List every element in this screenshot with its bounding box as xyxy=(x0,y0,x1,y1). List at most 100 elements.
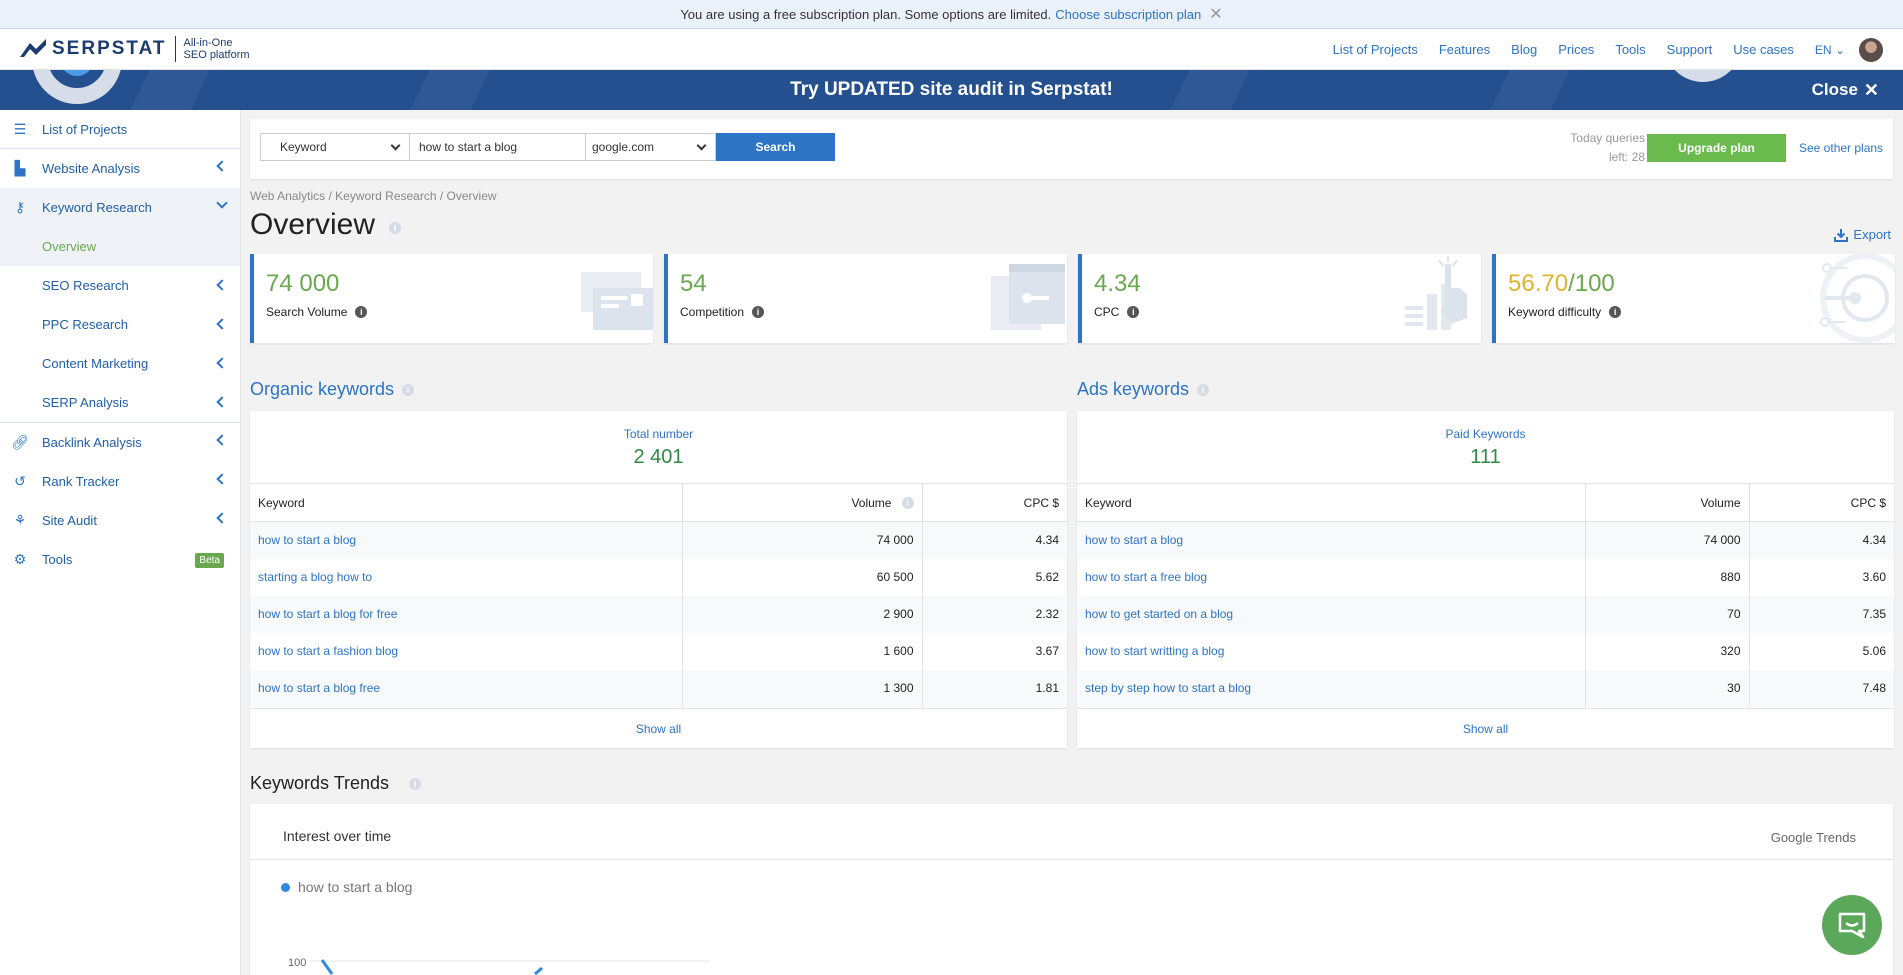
sidebar-item-seo-research[interactable]: SEO Research xyxy=(0,266,240,305)
banner-close-button[interactable]: Close ✕ xyxy=(1812,70,1879,110)
nav-use-cases[interactable]: Use cases xyxy=(1733,42,1794,57)
column-keyword[interactable]: Keyword xyxy=(1077,483,1585,522)
logo-subtitle: All-in-One SEO platform xyxy=(184,37,250,61)
nav-tools[interactable]: Tools xyxy=(1615,42,1645,57)
logo[interactable]: SERPSTAT All-in-One SEO platform xyxy=(20,36,250,62)
export-button[interactable]: Export xyxy=(1834,227,1891,242)
nav-support[interactable]: Support xyxy=(1667,42,1713,57)
volume-cell: 1 300 xyxy=(681,669,922,707)
table-row: how to start a fashion blog 1 600 3.67 xyxy=(250,632,1067,670)
sidebar-item-site-audit[interactable]: ⚘ Site Audit xyxy=(0,501,240,540)
table-row: step by step how to start a blog 30 7.48 xyxy=(1077,669,1894,707)
volume-cell: 320 xyxy=(1584,632,1749,670)
competition-value: 54 xyxy=(680,270,707,297)
keyword-link[interactable]: how to start a blog xyxy=(250,521,682,559)
sidebar-item-label: Website Analysis xyxy=(42,161,141,176)
info-icon[interactable]: i xyxy=(355,306,368,318)
sidebar-item-label: Content Marketing xyxy=(42,356,149,371)
cpc-card: 4.34 CPC i xyxy=(1078,254,1481,343)
info-icon[interactable]: i xyxy=(389,222,401,234)
legend-label: how to start a blog xyxy=(298,879,413,895)
column-cpc[interactable]: CPC $ xyxy=(921,483,1067,522)
menu-icon: ☰ xyxy=(13,120,27,137)
see-other-plans-link[interactable]: See other plans xyxy=(1799,141,1883,155)
nav-features[interactable]: Features xyxy=(1439,42,1490,57)
avatar[interactable] xyxy=(1859,37,1883,62)
search-input[interactable]: how to start a blog xyxy=(410,133,586,161)
trends-title: Interest over time xyxy=(283,828,392,844)
page-title: Overview xyxy=(250,208,376,241)
info-icon[interactable]: i xyxy=(1197,384,1210,397)
show-all-ads-button[interactable]: Show all xyxy=(1077,708,1894,748)
export-label: Export xyxy=(1853,227,1891,242)
sidebar-item-label: Site Audit xyxy=(42,513,97,528)
browser-illustration-icon xyxy=(991,264,1065,330)
keyword-link[interactable]: how to start a blog for free xyxy=(250,595,682,633)
column-cpc[interactable]: CPC $ xyxy=(1748,483,1894,522)
promo-banner[interactable]: Try UPDATED site audit in Serpstat! Clos… xyxy=(0,70,1903,110)
choose-plan-link[interactable]: Choose subscription plan xyxy=(1055,7,1201,22)
sidebar-item-ppc-research[interactable]: PPC Research xyxy=(0,305,240,344)
info-icon[interactable]: i xyxy=(409,778,421,790)
table-row: how to start a blog free 1 300 1.81 xyxy=(250,669,1067,707)
chevron-left-icon xyxy=(216,396,228,408)
subscription-notice: You are using a free subscription plan. … xyxy=(0,0,1903,29)
search-domain-select[interactable]: google.com xyxy=(586,133,716,161)
column-volume[interactable]: Volume xyxy=(1584,483,1749,522)
chevron-left-icon xyxy=(216,473,228,485)
logo-sub-line-1: All-in-One xyxy=(183,37,233,49)
organic-keywords-heading[interactable]: Organic keywords i xyxy=(250,379,415,400)
sidebar: ☰ List of Projects ▙ Website Analysis ⚷ … xyxy=(0,110,241,975)
nav-prices[interactable]: Prices xyxy=(1558,42,1594,57)
nav-list-of-projects[interactable]: List of Projects xyxy=(1333,42,1418,57)
keyword-link[interactable]: how to get started on a blog xyxy=(1077,595,1585,633)
chat-icon xyxy=(1838,912,1866,939)
cpc-cell: 3.60 xyxy=(1748,558,1894,596)
breadcrumb[interactable]: Web Analytics / Keyword Research / Overv… xyxy=(250,189,497,203)
column-volume[interactable]: Volume i xyxy=(681,483,922,522)
table-row: how to start a blog 74 000 4.34 xyxy=(1077,521,1894,559)
keyword-link[interactable]: how to start a blog free xyxy=(250,669,682,707)
cpc-cell: 7.48 xyxy=(1748,669,1894,707)
sidebar-item-backlink-analysis[interactable]: 🔗︎ Backlink Analysis xyxy=(0,423,240,462)
sidebar-item-content-marketing[interactable]: Content Marketing xyxy=(0,344,240,383)
info-icon[interactable]: i xyxy=(1127,306,1140,318)
sidebar-item-label: Overview xyxy=(42,239,97,254)
sidebar-item-rank-tracker[interactable]: ↺ Rank Tracker xyxy=(0,462,240,501)
keyword-link[interactable]: how to start writting a blog xyxy=(1077,633,1585,670)
sidebar-item-website-analysis[interactable]: ▙ Website Analysis xyxy=(0,149,240,188)
show-all-organic-button[interactable]: Show all xyxy=(250,708,1067,748)
chat-button[interactable] xyxy=(1822,895,1882,955)
sidebar-item-keyword-research[interactable]: ⚷ Keyword Research xyxy=(0,188,240,227)
keyword-link[interactable]: how to start a fashion blog xyxy=(250,633,682,670)
search-button[interactable]: Search xyxy=(716,133,835,161)
gear-icon xyxy=(32,70,122,104)
search-type-select[interactable]: Keyword xyxy=(260,133,410,161)
info-icon[interactable]: i xyxy=(901,497,914,510)
keyword-link[interactable]: step by step how to start a blog xyxy=(1077,669,1585,707)
language-selector[interactable]: EN ⌄ xyxy=(1815,43,1845,57)
trends-legend[interactable]: how to start a blog xyxy=(281,879,412,895)
close-icon: ✕ xyxy=(1863,79,1879,100)
column-keyword[interactable]: Keyword xyxy=(250,483,682,522)
info-icon[interactable]: i xyxy=(752,306,765,318)
info-icon[interactable]: i xyxy=(1609,306,1622,318)
sidebar-item-serp-analysis[interactable]: SERP Analysis xyxy=(0,383,240,422)
keyword-link[interactable]: how to start a free blog xyxy=(1077,559,1585,596)
close-icon[interactable]: ✕ xyxy=(1209,4,1222,24)
sidebar-item-list-of-projects[interactable]: ☰ List of Projects xyxy=(0,110,240,149)
ads-keywords-heading[interactable]: Ads keywords i xyxy=(1077,379,1210,400)
sidebar-item-label: Tools xyxy=(42,552,73,567)
keyword-difficulty-value: 56.70/100 xyxy=(1508,270,1615,298)
sidebar-item-tools[interactable]: ⚙ Tools Beta xyxy=(0,540,240,579)
info-icon[interactable]: i xyxy=(402,384,415,397)
upgrade-plan-button[interactable]: Upgrade plan xyxy=(1647,134,1786,162)
keyword-link[interactable]: how to start a blog xyxy=(1077,521,1585,559)
sidebar-item-label: SEO Research xyxy=(42,278,129,293)
search-volume-label: Search Volume i xyxy=(266,305,368,319)
sidebar-item-overview[interactable]: Overview xyxy=(0,227,240,266)
keyword-link[interactable]: starting a blog how to xyxy=(250,559,682,596)
y-axis-label: 100 xyxy=(288,957,307,969)
chevron-down-icon xyxy=(696,140,707,151)
nav-blog[interactable]: Blog xyxy=(1511,42,1537,57)
